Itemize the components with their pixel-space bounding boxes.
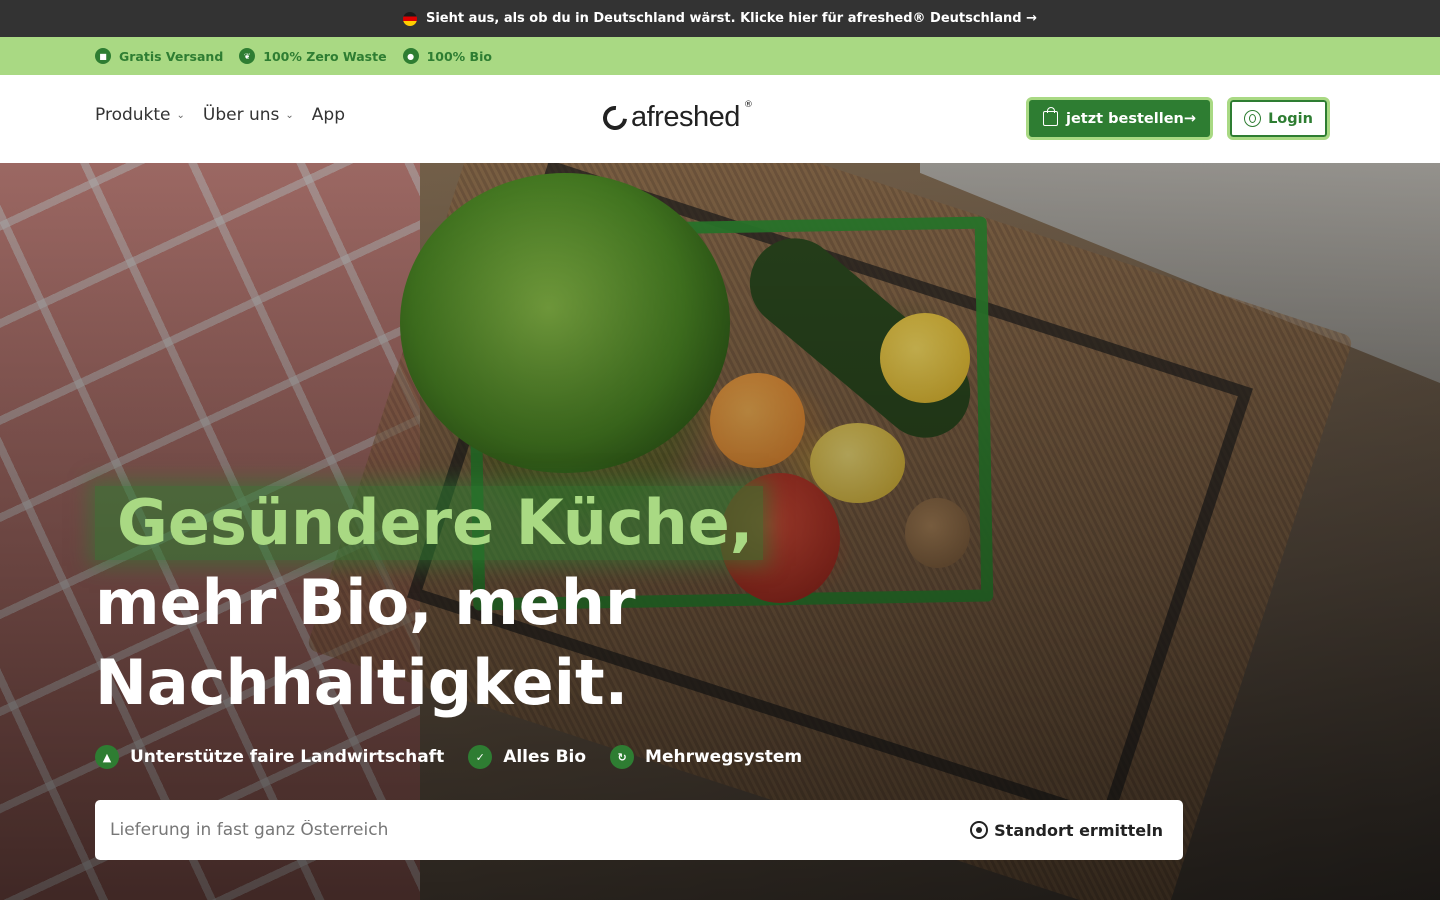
hero-badge-label: Alles Bio bbox=[503, 747, 587, 767]
hero-badge: ↻ Mehrwegsystem bbox=[610, 745, 802, 769]
locate-label: Standort ermitteln bbox=[994, 820, 1163, 840]
box-icon: ■ bbox=[95, 48, 111, 64]
hero-section: Gesündere Küche, mehr Bio, mehr Nachhalt… bbox=[0, 163, 1440, 900]
main-nav: Produkte ⌄ Über uns ⌄ App bbox=[95, 105, 345, 125]
country-redirect-text[interactable]: Sieht aus, als ob du in Deutschland wärs… bbox=[426, 11, 1037, 26]
hero-badge-label: Unterstütze faire Landwirtschaft bbox=[130, 747, 445, 767]
farm-icon: ▲ bbox=[95, 745, 119, 769]
order-now-label: jetzt bestellen→ bbox=[1065, 110, 1196, 127]
shopping-bag-icon bbox=[1042, 107, 1058, 126]
order-now-button[interactable]: jetzt bestellen→ bbox=[1026, 97, 1213, 140]
usp-label: Gratis Versand bbox=[119, 48, 224, 64]
usp-item: ❦ 100% Zero Waste bbox=[239, 48, 387, 64]
leaf-icon: ❦ bbox=[239, 48, 256, 64]
crosshair-icon bbox=[970, 821, 989, 839]
recycle-icon: ↻ bbox=[610, 745, 635, 769]
nav-item-label: Produkte bbox=[95, 105, 171, 125]
headline-line: Nachhaltigkeit. bbox=[95, 646, 629, 719]
locate-button[interactable]: Standort ermitteln bbox=[970, 800, 1163, 860]
hero-badge: ▲ Unterstütze faire Landwirtschaft bbox=[95, 745, 444, 769]
hero-badge: ✓ Alles Bio bbox=[468, 745, 586, 769]
afreshed-logo[interactable]: afreshed ® bbox=[598, 99, 753, 135]
germany-flag-icon bbox=[402, 11, 417, 26]
chevron-down-icon: ⌄ bbox=[176, 109, 185, 121]
usp-bar: ■ Gratis Versand ❦ 100% Zero Waste ● 100… bbox=[0, 37, 1440, 75]
check-leaf-icon: ✓ bbox=[468, 745, 493, 769]
delivery-address-input[interactable] bbox=[95, 800, 955, 860]
nav-item-ueber-uns[interactable]: Über uns ⌄ bbox=[203, 105, 294, 125]
headline-highlight: Gesündere Küche, bbox=[95, 486, 764, 560]
usp-label: 100% Zero Waste bbox=[263, 48, 387, 64]
logo-registered-mark: ® bbox=[743, 99, 753, 110]
hero-badges: ▲ Unterstütze faire Landwirtschaft ✓ All… bbox=[95, 745, 802, 769]
usp-item: ■ Gratis Versand bbox=[95, 48, 223, 64]
main-header: Produkte ⌄ Über uns ⌄ App afreshed ® jet… bbox=[0, 75, 1440, 163]
login-label: Login bbox=[1268, 110, 1313, 127]
hero-badge-label: Mehrwegsystem bbox=[645, 747, 803, 767]
organic-icon: ● bbox=[402, 48, 419, 64]
headline-line: mehr Bio, mehr bbox=[95, 566, 636, 639]
country-redirect-bar[interactable]: Sieht aus, als ob du in Deutschland wärs… bbox=[0, 0, 1440, 37]
usp-item: ● 100% Bio bbox=[402, 48, 492, 64]
nav-item-app[interactable]: App bbox=[312, 105, 345, 125]
logo-text: afreshed bbox=[631, 101, 740, 133]
delivery-search-box: Standort ermitteln bbox=[95, 800, 1183, 860]
chevron-down-icon: ⌄ bbox=[285, 109, 294, 121]
nav-item-label: App bbox=[311, 105, 346, 125]
login-button[interactable]: Login bbox=[1227, 97, 1330, 140]
nav-item-produkte[interactable]: Produkte ⌄ bbox=[95, 105, 185, 125]
nav-item-label: Über uns bbox=[202, 105, 280, 125]
hero-headline: Gesündere Küche, mehr Bio, mehr Nachhalt… bbox=[95, 483, 764, 723]
usp-label: 100% Bio bbox=[426, 48, 492, 64]
logo-mark-icon bbox=[598, 100, 632, 135]
user-icon bbox=[1244, 110, 1262, 127]
